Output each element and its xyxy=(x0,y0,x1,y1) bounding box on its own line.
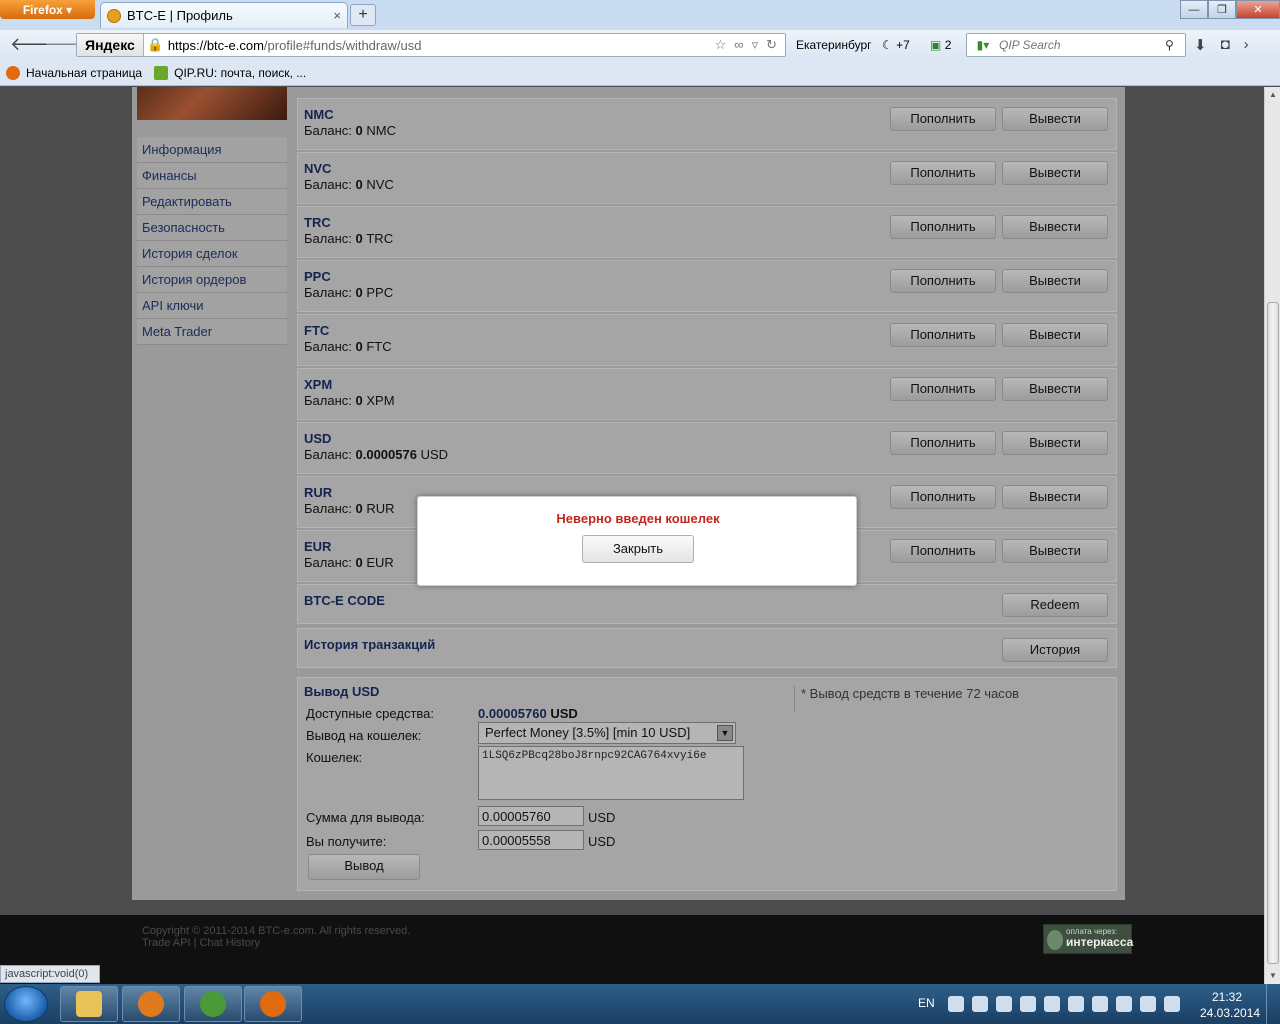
taskbar-globe-app[interactable] xyxy=(184,986,242,1022)
dropdown-icon[interactable]: ▿ xyxy=(752,37,759,53)
navigation-bar: 🡐 🡒 Яндекс 🔒 https://btc-e.com/profile#f… xyxy=(0,30,1280,60)
media-player-icon xyxy=(138,991,164,1017)
error-dialog: Неверно введен кошелек Закрыть xyxy=(417,496,857,586)
taskbar-explorer[interactable] xyxy=(60,986,118,1022)
menu-chevron-icon[interactable]: › xyxy=(1244,36,1249,54)
bookmark-qip[interactable]: QIP.RU: почта, поиск, ... xyxy=(154,65,306,80)
scroll-down-icon[interactable]: ▼ xyxy=(1265,968,1280,984)
globe-icon xyxy=(200,991,226,1017)
tray-volume-icon[interactable] xyxy=(1140,996,1156,1012)
yandex-badge[interactable]: Яндекс xyxy=(77,34,144,56)
firefox-icon xyxy=(260,991,286,1017)
lock-icon: 🔒 xyxy=(147,37,164,52)
minimize-button[interactable]: — xyxy=(1180,0,1208,19)
tray-flag-icon[interactable] xyxy=(1044,996,1060,1012)
error-message: Неверно введен кошелек xyxy=(556,511,720,526)
tray-app-icon[interactable] xyxy=(1068,996,1084,1012)
tray-app-icon[interactable] xyxy=(948,996,964,1012)
bookmarks-bar: Начальная страница QIP.RU: почта, поиск,… xyxy=(0,60,1280,86)
search-icon[interactable]: ⚲ xyxy=(1165,38,1185,52)
status-bar: javascript:void(0) xyxy=(0,965,100,983)
bookmark-home[interactable]: Начальная страница xyxy=(6,65,142,80)
start-button[interactable] xyxy=(4,986,48,1022)
tray-app-icon[interactable] xyxy=(972,996,988,1012)
tray-app-icon[interactable] xyxy=(1092,996,1108,1012)
weather-temp[interactable]: ☾ +7 xyxy=(882,38,910,52)
tray-app-icon[interactable] xyxy=(1020,996,1036,1012)
maximize-button[interactable]: ❐ xyxy=(1208,0,1236,19)
tray-app-icon[interactable] xyxy=(996,996,1012,1012)
btce-favicon-icon xyxy=(107,8,121,23)
url-text[interactable]: https://btc-e.com/profile#funds/withdraw… xyxy=(168,38,715,53)
scroll-up-icon[interactable]: ▲ xyxy=(1265,87,1280,103)
windows-taskbar: EN 21:32 24.03.2014 xyxy=(0,984,1280,1024)
download-icon[interactable]: ⬇ xyxy=(1194,36,1207,54)
window-controls: — ❐ ✕ xyxy=(1180,0,1280,19)
new-tab-button[interactable]: + xyxy=(350,4,376,26)
reader-glasses-icon[interactable]: ∞ xyxy=(734,37,743,53)
qip-search-engine-icon[interactable]: ▮▾ xyxy=(967,38,999,52)
firefox-icon xyxy=(6,65,20,80)
clock-time[interactable]: 21:32 xyxy=(1212,990,1242,1004)
folder-icon xyxy=(76,991,102,1017)
weather-city[interactable]: Екатеринбург xyxy=(796,38,872,52)
firefox-menu-button[interactable]: Firefox ▾ xyxy=(0,0,95,19)
page-viewport: Информация Финансы Редактировать Безопас… xyxy=(0,87,1264,984)
url-bar[interactable]: Яндекс 🔒 https://btc-e.com/profile#funds… xyxy=(76,33,786,57)
tab-title: BTC-E | Профиль xyxy=(127,8,233,23)
scroll-thumb[interactable] xyxy=(1267,302,1279,964)
title-bar: Firefox ▾ BTC-E | Профиль × + — ❐ ✕ xyxy=(0,0,1280,30)
tab-close-icon[interactable]: × xyxy=(333,8,341,23)
tray-steam-icon[interactable] xyxy=(1164,996,1180,1012)
search-input[interactable] xyxy=(999,38,1165,52)
system-tray xyxy=(948,996,1180,1012)
moon-icon: ☾ xyxy=(882,38,893,52)
mail-icon: ▣ xyxy=(930,38,942,52)
mail-count[interactable]: ▣ 2 xyxy=(930,38,951,52)
addon-icon[interactable]: ◘ xyxy=(1221,36,1230,54)
reload-icon[interactable]: ↻ xyxy=(766,37,777,53)
tray-network-icon[interactable] xyxy=(1116,996,1132,1012)
taskbar-firefox[interactable] xyxy=(244,986,302,1022)
clock-date[interactable]: 24.03.2014 xyxy=(1200,1006,1260,1020)
search-bar[interactable]: ▮▾ ⚲ xyxy=(966,33,1186,57)
qip-icon xyxy=(154,65,169,80)
bookmark-star-icon[interactable]: ☆ xyxy=(715,37,727,53)
page-scrollbar[interactable]: ▲ ▼ xyxy=(1264,87,1280,984)
close-window-button[interactable]: ✕ xyxy=(1236,0,1280,19)
browser-tab[interactable]: BTC-E | Профиль × xyxy=(100,2,348,28)
taskbar-media-player[interactable] xyxy=(122,986,180,1022)
close-dialog-button[interactable]: Закрыть xyxy=(582,535,694,563)
firefox-menu-label: Firefox xyxy=(22,2,63,17)
language-indicator[interactable]: EN xyxy=(918,996,935,1010)
show-desktop-button[interactable] xyxy=(1266,984,1280,1024)
